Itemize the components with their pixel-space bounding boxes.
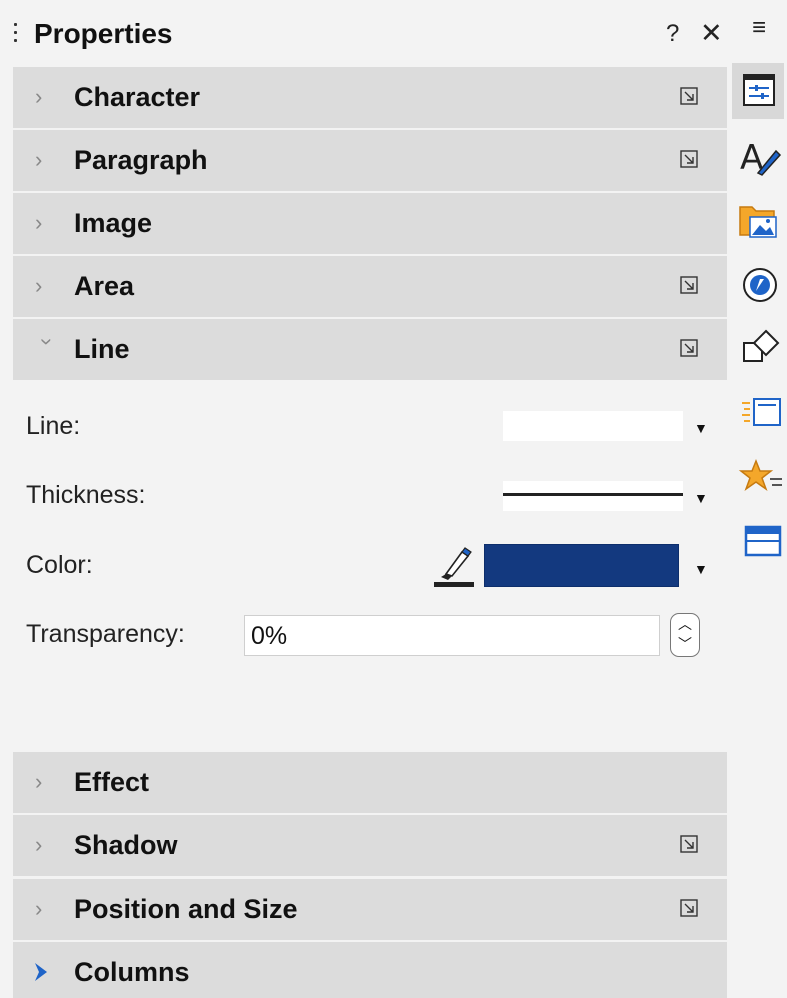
master-slides-icon	[744, 525, 782, 557]
gallery-tab[interactable]	[732, 191, 784, 247]
thickness-label: Thickness:	[26, 481, 146, 509]
chevron-right-icon: ›	[35, 210, 43, 235]
gallery-icon	[739, 206, 777, 238]
section-position-and-size[interactable]: › Position and Size	[13, 879, 727, 940]
drag-grip-icon[interactable]	[14, 23, 18, 47]
section-label: Paragraph	[74, 145, 208, 175]
section-label: Columns	[74, 957, 190, 987]
master-slides-tab[interactable]	[732, 511, 784, 567]
properties-tab[interactable]	[732, 63, 784, 119]
thickness-preview-line	[503, 493, 683, 496]
spin-down-icon[interactable]: ﹀	[671, 634, 699, 654]
thickness-dropdown-arrow-icon[interactable]: ▼	[694, 490, 708, 506]
properties-icon	[743, 74, 775, 106]
more-options-icon[interactable]	[680, 87, 698, 105]
line-style-dropdown-arrow-icon[interactable]: ▼	[694, 420, 708, 436]
chevron-right-icon: ›	[35, 84, 43, 109]
pen-color-icon[interactable]	[432, 544, 476, 588]
section-label: Area	[74, 271, 135, 301]
chevron-right-icon: ›	[35, 832, 43, 857]
section-label: Image	[74, 208, 153, 238]
section-label: Shadow	[74, 830, 178, 860]
section-effect[interactable]: › Effect	[13, 752, 727, 813]
thickness-dropdown[interactable]	[503, 481, 683, 511]
styles-icon: A	[740, 138, 782, 178]
sidebar-tabbar: ≡ A	[728, 0, 787, 998]
section-area[interactable]: › Area	[13, 256, 727, 317]
chevron-right-icon: ›	[35, 769, 43, 794]
styles-tab[interactable]: A	[732, 127, 784, 183]
more-options-icon[interactable]	[680, 835, 698, 853]
navigator-tab[interactable]	[732, 255, 784, 311]
transparency-input[interactable]: 0%	[244, 615, 660, 656]
section-image[interactable]: › Image	[13, 193, 727, 254]
spin-up-icon[interactable]: ︿	[671, 614, 699, 634]
chevron-down-icon: ›	[35, 338, 60, 346]
line-style-label: Line:	[26, 412, 81, 440]
slide-transition-icon	[742, 398, 781, 426]
chevron-right-icon: ›	[35, 896, 43, 921]
sidebar-menu-button[interactable]: ≡	[752, 14, 766, 42]
animation-tab[interactable]	[732, 447, 784, 503]
animation-icon	[738, 458, 782, 491]
color-dropdown-arrow-icon[interactable]: ▼	[694, 561, 708, 577]
panel-title: Properties	[34, 18, 173, 49]
line-color-swatch[interactable]	[484, 544, 679, 587]
close-button[interactable]: ✕	[700, 18, 723, 49]
more-options-icon[interactable]	[680, 276, 698, 294]
section-columns[interactable]: Columns	[13, 942, 727, 998]
section-label: Position and Size	[74, 894, 298, 924]
chevron-right-icon	[35, 963, 47, 981]
more-options-icon[interactable]	[680, 339, 698, 357]
slide-transition-tab[interactable]	[732, 383, 784, 439]
section-label: Line	[74, 334, 130, 364]
sidebar-titlebar: Properties ? ✕	[0, 8, 728, 60]
section-paragraph[interactable]: › Paragraph	[13, 130, 727, 191]
section-label: Effect	[74, 767, 150, 797]
navigator-icon	[743, 268, 777, 302]
transparency-spinner[interactable]: ︿ ﹀	[670, 613, 700, 657]
color-label: Color:	[26, 551, 93, 579]
transparency-label: Transparency:	[26, 620, 185, 648]
section-label: Character	[74, 82, 201, 112]
more-options-icon[interactable]	[680, 150, 698, 168]
shapes-icon	[743, 329, 780, 362]
line-style-dropdown[interactable]	[503, 411, 683, 441]
section-line[interactable]: › Line	[13, 319, 727, 380]
section-shadow[interactable]: › Shadow	[13, 815, 727, 876]
shapes-tab[interactable]	[732, 319, 784, 375]
section-character[interactable]: › Character	[13, 67, 727, 128]
help-button[interactable]: ?	[666, 20, 679, 48]
chevron-right-icon: ›	[35, 147, 43, 172]
chevron-right-icon: ›	[35, 273, 43, 298]
more-options-icon[interactable]	[680, 899, 698, 917]
